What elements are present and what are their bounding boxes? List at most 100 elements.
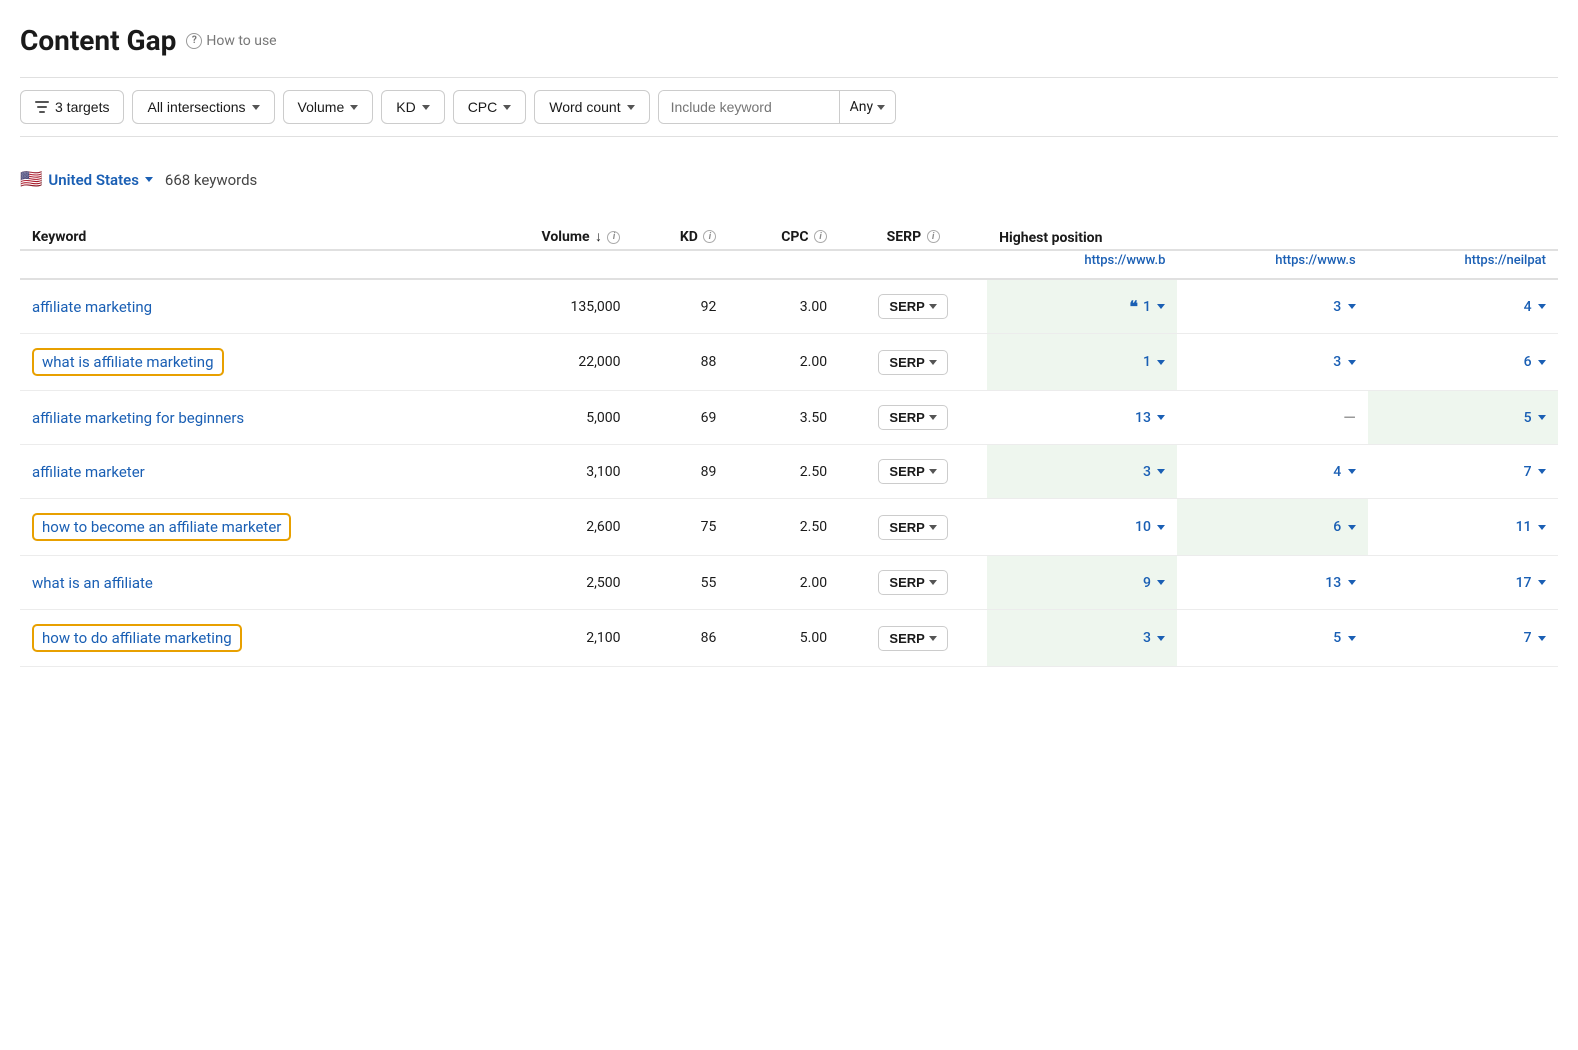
- position-value[interactable]: 7: [1524, 464, 1546, 480]
- keyword-cell: how to do affiliate marketing: [20, 610, 469, 667]
- position-value[interactable]: 4: [1524, 299, 1546, 315]
- position-value[interactable]: 4: [1333, 464, 1355, 480]
- hp-col2-cell: 13: [1177, 556, 1367, 610]
- table-row: affiliate marketer3,100892.50SERP 3 4 7: [20, 445, 1558, 499]
- position-value[interactable]: 3: [1333, 299, 1355, 315]
- th-cpc: CPC i: [728, 218, 839, 250]
- volume-cell: 22,000: [469, 334, 632, 391]
- hp-col1-cell: ❝1: [987, 279, 1177, 334]
- chevron-down-icon: [350, 105, 358, 110]
- serp-button[interactable]: SERP: [878, 294, 947, 319]
- keyword-link[interactable]: affiliate marketing: [32, 298, 152, 316]
- position-value[interactable]: 17: [1516, 575, 1546, 591]
- serp-button[interactable]: SERP: [878, 350, 947, 375]
- chevron-down-icon: [1538, 360, 1546, 365]
- kd-cell: 92: [632, 279, 728, 334]
- position-value[interactable]: 5: [1333, 630, 1355, 646]
- position-value[interactable]: 13: [1135, 410, 1165, 426]
- position-value[interactable]: 3: [1143, 630, 1165, 646]
- hp-col2-cell: 4: [1177, 445, 1367, 499]
- cpc-label: CPC: [468, 99, 498, 115]
- region-selector[interactable]: 🇺🇸 United States: [20, 169, 153, 190]
- cpc-cell: 2.50: [728, 445, 839, 499]
- hp-col2-cell: —: [1177, 391, 1367, 445]
- hp-col1-cell: 13: [987, 391, 1177, 445]
- position-value[interactable]: 6: [1333, 519, 1355, 535]
- chevron-down-icon: [1538, 415, 1546, 420]
- volume-info-icon[interactable]: i: [607, 231, 620, 244]
- chevron-down-icon: [422, 105, 430, 110]
- chevron-down-icon: [1538, 469, 1546, 474]
- position-value[interactable]: 11: [1516, 519, 1546, 535]
- chevron-down-icon: [1348, 580, 1356, 585]
- cpc-cell: 3.00: [728, 279, 839, 334]
- keyword-link[interactable]: affiliate marketer: [32, 463, 145, 481]
- kd-label: KD: [396, 99, 415, 115]
- chevron-down-icon: [1348, 525, 1356, 530]
- keyword-link[interactable]: how to become an affiliate marketer: [42, 518, 281, 536]
- keyword-cell: what is an affiliate: [20, 556, 469, 610]
- dash: —: [1343, 408, 1355, 427]
- position-value[interactable]: 13: [1325, 575, 1355, 591]
- table-row: affiliate marketing135,000923.00SERP ❝1 …: [20, 279, 1558, 334]
- kd-cell: 88: [632, 334, 728, 391]
- cpc-info-icon[interactable]: i: [814, 230, 827, 243]
- serp-button[interactable]: SERP: [878, 405, 947, 430]
- cpc-dropdown[interactable]: CPC: [453, 90, 527, 124]
- volume-cell: 135,000: [469, 279, 632, 334]
- include-keyword-input[interactable]: [659, 91, 839, 123]
- how-to-use-link[interactable]: ? How to use: [186, 33, 276, 49]
- position-value[interactable]: 6: [1524, 354, 1546, 370]
- targets-button[interactable]: 3 targets: [20, 90, 124, 124]
- position-value[interactable]: 9: [1143, 575, 1165, 591]
- kd-cell: 89: [632, 445, 728, 499]
- th-kd: KD i: [632, 218, 728, 250]
- keyword-link[interactable]: how to do affiliate marketing: [42, 629, 232, 647]
- serp-info-icon[interactable]: i: [927, 230, 940, 243]
- keywords-table: Keyword Volume ↓ i KD i CPC i: [20, 218, 1558, 667]
- keyword-link[interactable]: affiliate marketing for beginners: [32, 409, 244, 427]
- keyword-link[interactable]: what is an affiliate: [32, 574, 153, 592]
- chevron-down-icon: [1348, 304, 1356, 309]
- keyword-cell: how to become an affiliate marketer: [20, 499, 469, 556]
- word-count-dropdown[interactable]: Word count: [534, 90, 649, 124]
- position-value[interactable]: 5: [1524, 410, 1546, 426]
- serp-button[interactable]: SERP: [878, 515, 947, 540]
- serp-button[interactable]: SERP: [878, 570, 947, 595]
- position-value[interactable]: ❝1: [1129, 297, 1165, 317]
- position-value[interactable]: 3: [1333, 354, 1355, 370]
- table-row: how to become an affiliate marketer2,600…: [20, 499, 1558, 556]
- serp-cell: SERP: [839, 334, 987, 391]
- region-bar: 🇺🇸 United States 668 keywords: [20, 157, 1558, 202]
- cpc-cell: 2.50: [728, 499, 839, 556]
- position-value[interactable]: 3: [1143, 464, 1165, 480]
- hp-col1-cell: 9: [987, 556, 1177, 610]
- chevron-down-icon: [1348, 469, 1356, 474]
- chevron-down-icon: [1348, 360, 1356, 365]
- volume-dropdown[interactable]: Volume: [283, 90, 374, 124]
- chevron-down-icon: [627, 105, 635, 110]
- hp-col3-cell: 6: [1368, 334, 1558, 391]
- kd-info-icon[interactable]: i: [703, 230, 716, 243]
- serp-button[interactable]: SERP: [878, 626, 947, 651]
- serp-button[interactable]: SERP: [878, 459, 947, 484]
- any-label: Any: [850, 99, 874, 115]
- chevron-down-icon: [1157, 415, 1165, 420]
- hp-col2-cell: 6: [1177, 499, 1367, 556]
- chevron-down-icon: [1538, 304, 1546, 309]
- position-value[interactable]: 10: [1135, 519, 1165, 535]
- position-value[interactable]: 1: [1143, 354, 1165, 370]
- any-dropdown[interactable]: Any: [839, 91, 896, 123]
- keyword-cell: affiliate marketing for beginners: [20, 391, 469, 445]
- table-row: how to do affiliate marketing2,100865.00…: [20, 610, 1558, 667]
- intersections-dropdown[interactable]: All intersections: [132, 90, 274, 124]
- kd-dropdown[interactable]: KD: [381, 90, 444, 124]
- th-hp-col2: https://www.s: [1177, 250, 1367, 279]
- volume-cell: 2,500: [469, 556, 632, 610]
- th-hp-col3: https://neilpat: [1368, 250, 1558, 279]
- chevron-down-icon: [145, 177, 153, 182]
- chevron-down-icon: [877, 105, 885, 110]
- position-value[interactable]: 7: [1524, 630, 1546, 646]
- keyword-link[interactable]: what is affiliate marketing: [42, 353, 214, 371]
- chevron-down-icon: [1538, 580, 1546, 585]
